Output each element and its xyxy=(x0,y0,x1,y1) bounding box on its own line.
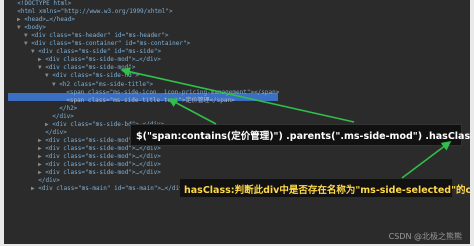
dom-line-text: </h2> xyxy=(59,104,78,112)
dom-line[interactable]: </div> xyxy=(38,129,67,137)
dom-line[interactable]: ▶ <div class="ms-side-mod">…</div> xyxy=(38,161,161,169)
dom-line-text: </div> xyxy=(45,128,67,136)
dom-line-text: <div class="ms-side-hd"> xyxy=(52,72,139,80)
dom-line-text: <div class="ms-side-mod">…</div> xyxy=(45,161,161,168)
selector-expression: $("span:contains(定价管理)") .parents(".ms-s… xyxy=(136,131,470,142)
dom-line[interactable]: </div> xyxy=(31,177,60,185)
dom-line[interactable]: </h2> xyxy=(52,105,77,113)
dom-line[interactable]: ▶ <div class="ms-side-mod">…</div> xyxy=(38,169,161,177)
dom-line-text: <!DOCTYPE html> xyxy=(17,0,72,7)
dom-line-text: <div class="ms-side-mod">…</div> xyxy=(45,56,161,64)
dom-line[interactable]: ▼ <div class="ms-side-hd"> xyxy=(45,72,139,80)
dom-line[interactable]: ▼ <div class="ms-side-mod"> xyxy=(38,64,136,72)
dom-line-text: <div class="ms-container" id="ms-contain… xyxy=(31,40,191,48)
dom-line-text: <div class="ms-side-mod">…</div> xyxy=(45,169,161,177)
dom-line-selected[interactable]: <span class="ms-side-title-text">定价管理</s… xyxy=(59,97,235,105)
dom-line[interactable]: <span class="ms-side-icon icon-pricing-m… xyxy=(59,89,279,97)
dom-line-text: </div> xyxy=(52,112,74,120)
dom-line-text: <head>…</head> xyxy=(24,16,75,24)
dom-line[interactable]: ▼ <div class="ms-header" id="ms-header"> xyxy=(24,32,169,40)
hasclass-note: hasClass:判断此div中是否存在名称为"ms-side-selected… xyxy=(184,185,470,196)
dom-line[interactable]: ▼ <div class="ms-side" id="ms-side"> xyxy=(31,48,161,56)
dom-line[interactable]: <!DOCTYPE html> xyxy=(10,0,71,8)
dom-line[interactable]: ▶ <div class="ms-side-mod">…</div> xyxy=(38,56,161,64)
dom-line[interactable]: ▼ <h2 class="ms-side-title"> xyxy=(52,81,153,89)
dom-line[interactable]: ▶ <div class="ms-side-mod">…</div> xyxy=(38,153,161,161)
devtools-elements-panel: <!DOCTYPE html> <html xmlns="http://www.… xyxy=(4,0,470,244)
arrow-to-hasclass xyxy=(401,141,452,179)
dom-line[interactable]: ▶ <head>…</head> xyxy=(17,16,75,24)
dom-line[interactable]: ▶ <div class="ms-main" id="ms-main">…</d… xyxy=(31,185,186,193)
dom-line[interactable]: <html xmlns="http://www.w3.org/1999/xhtm… xyxy=(10,8,173,16)
dom-line-text: <body> xyxy=(24,24,46,32)
dom-line-text: <div class="ms-main" id="ms-main">…</div… xyxy=(38,185,187,193)
dom-line[interactable]: ▼ <div class="ms-container" id="ms-conta… xyxy=(24,40,190,48)
dom-line-text: </div> xyxy=(38,177,60,185)
dom-line-text: <span class="ms-side-title-text">定价管理</s… xyxy=(66,96,235,104)
dom-line-text: <div class="ms-header" id="ms-header"> xyxy=(31,32,169,40)
dom-line-text: <html xmlns="http://www.w3.org/1999/xhtm… xyxy=(17,8,173,16)
dom-line[interactable]: </div> xyxy=(45,113,74,121)
dom-line-text: <div class="ms-side-mod"> xyxy=(45,64,136,72)
dom-line-text: <span class="ms-side-icon icon-pricing-m… xyxy=(66,88,280,96)
dom-line-text: <div class="ms-side-mod">…</div> xyxy=(45,152,161,160)
dom-line[interactable]: ▼ <body> xyxy=(17,24,46,32)
watermark: CSDN @北极之熊熊 xyxy=(388,232,462,241)
dom-line[interactable]: ▶ <div class="ms-side-mod">…</div> xyxy=(38,145,161,153)
dom-line-text: <h2 class="ms-side-title"> xyxy=(59,80,154,88)
dom-line-text: <div class="ms-side" id="ms-side"> xyxy=(38,48,162,56)
